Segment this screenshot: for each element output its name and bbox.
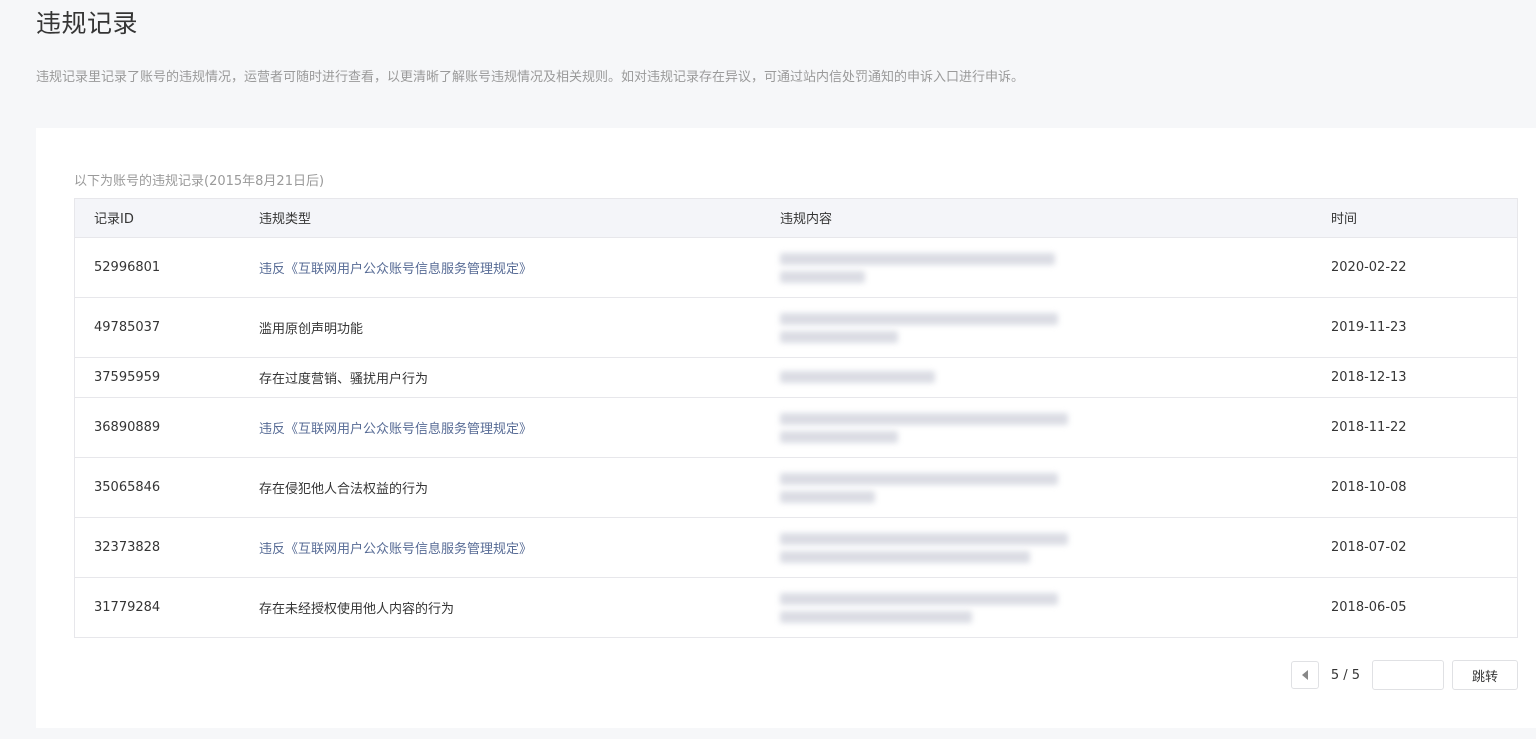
violation-type: 存在过度营销、骚扰用户行为 xyxy=(240,356,761,397)
violation-content xyxy=(761,456,1312,517)
blurred-content xyxy=(780,247,1070,287)
column-header-content: 违规内容 xyxy=(780,212,833,228)
record-date: 2018-07-02 xyxy=(1312,516,1517,577)
jump-button[interactable]: 跳转 xyxy=(1452,660,1518,690)
violation-content xyxy=(761,576,1312,637)
violation-type: 存在侵犯他人合法权益的行为 xyxy=(240,456,761,517)
record-date: 2018-06-05 xyxy=(1312,576,1517,637)
table-row: 35065846 存在侵犯他人合法权益的行为 2018-10-08 xyxy=(75,456,1517,517)
records-caption: 以下为账号的违规记录(2015年8月21日后) xyxy=(74,174,325,189)
violation-type: 滥用原创声明功能 xyxy=(240,296,761,357)
pagination: 5 / 5 跳转 xyxy=(1290,660,1518,690)
record-date: 2019-11-23 xyxy=(1312,296,1517,357)
violation-type-link[interactable]: 违反《互联网用户公众账号信息服务管理规定》 xyxy=(240,516,761,577)
column-header-id: 记录ID xyxy=(94,212,134,228)
violation-content xyxy=(761,516,1312,577)
blurred-content xyxy=(780,407,1070,447)
chevron-left-icon xyxy=(1301,670,1308,680)
prev-page-button[interactable] xyxy=(1290,661,1319,689)
violation-content xyxy=(761,236,1312,297)
blurred-content xyxy=(780,467,1070,507)
table-row: 32373828 违反《互联网用户公众账号信息服务管理规定》 2018-07-0… xyxy=(75,516,1517,577)
blurred-content xyxy=(780,307,1070,347)
blurred-content xyxy=(780,587,1070,627)
record-date: 2018-10-08 xyxy=(1312,456,1517,517)
column-header-type: 违规类型 xyxy=(259,212,312,228)
record-date: 2018-12-13 xyxy=(1312,356,1517,397)
blurred-content xyxy=(780,527,1070,567)
jump-page-input[interactable] xyxy=(1372,660,1444,690)
table-row: 37595959 存在过度营销、骚扰用户行为 2018-12-13 xyxy=(75,356,1517,397)
record-id: 31779284 xyxy=(75,576,240,637)
record-id: 32373828 xyxy=(75,516,240,577)
violation-type-link[interactable]: 违反《互联网用户公众账号信息服务管理规定》 xyxy=(240,236,761,297)
blurred-content xyxy=(780,366,1070,388)
violation-type-link[interactable]: 违反《互联网用户公众账号信息服务管理规定》 xyxy=(240,396,761,457)
column-header-date: 时间 xyxy=(1331,212,1358,228)
violation-content xyxy=(761,396,1312,457)
table-header-row: 记录ID 违规类型 违规内容 时间 xyxy=(75,199,1517,237)
records-table: 记录ID 违规类型 违规内容 时间 52996801 违反《互联网用户公众账号信… xyxy=(74,198,1518,638)
page-indicator: 5 / 5 xyxy=(1330,667,1360,683)
record-id: 52996801 xyxy=(75,236,240,297)
record-date: 2018-11-22 xyxy=(1312,396,1517,457)
record-id: 49785037 xyxy=(75,296,240,357)
page-title: 违规记录 xyxy=(36,9,139,38)
page-description: 违规记录里记录了账号的违规情况，运营者可随时进行查看，以更清晰了解账号违规情况及… xyxy=(36,70,1025,85)
violation-content xyxy=(761,356,1312,397)
record-date: 2020-02-22 xyxy=(1312,236,1517,297)
record-id: 37595959 xyxy=(75,356,240,397)
table-row: 52996801 违反《互联网用户公众账号信息服务管理规定》 2020-02-2… xyxy=(75,236,1517,297)
table-row: 36890889 违反《互联网用户公众账号信息服务管理规定》 2018-11-2… xyxy=(75,396,1517,457)
table-row: 31779284 存在未经授权使用他人内容的行为 2018-06-05 xyxy=(75,576,1517,637)
violation-content xyxy=(761,296,1312,357)
record-id: 35065846 xyxy=(75,456,240,517)
violation-type: 存在未经授权使用他人内容的行为 xyxy=(240,576,761,637)
table-row: 49785037 滥用原创声明功能 2019-11-23 xyxy=(75,296,1517,357)
records-panel: 以下为账号的违规记录(2015年8月21日后) 记录ID 违规类型 违规内容 时… xyxy=(36,128,1536,728)
record-id: 36890889 xyxy=(75,396,240,457)
